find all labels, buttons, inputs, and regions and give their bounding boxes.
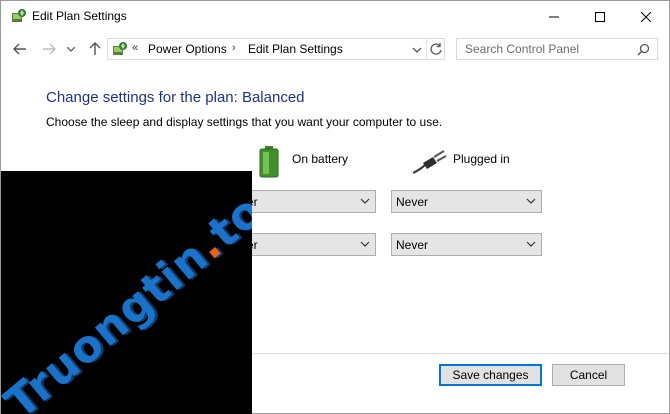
maximize-button[interactable] <box>577 1 623 32</box>
select-value: Never <box>396 195 429 209</box>
watermark-logo: Truongtin.top <box>1 171 252 414</box>
page-description: Choose the sleep and display settings th… <box>46 115 443 129</box>
power-options-icon <box>113 42 127 55</box>
sleep-plugged-select[interactable]: Never <box>391 233 542 256</box>
search-placeholder: Search Control Panel <box>465 42 580 56</box>
chevron-down-icon <box>67 46 75 52</box>
save-changes-button[interactable]: Save changes <box>439 364 542 386</box>
on-battery-label: On battery <box>292 152 349 166</box>
navigation-bar: « Power Options › Edit Plan Settings Sea… <box>1 32 669 66</box>
select-value: Never <box>396 238 429 252</box>
breadcrumb-edit-plan-settings[interactable]: Edit Plan Settings <box>248 42 343 56</box>
plugged-in-label: Plugged in <box>453 152 510 166</box>
window-title: Edit Plan Settings <box>32 9 127 23</box>
breadcrumb-overflow[interactable]: « <box>132 42 138 54</box>
refresh-icon[interactable] <box>429 42 443 56</box>
chevron-down-icon[interactable] <box>410 43 424 57</box>
sleep-battery-select[interactable]: ver <box>236 233 376 256</box>
power-options-icon <box>12 9 26 22</box>
power-plug-icon <box>413 150 447 174</box>
chevron-down-icon <box>360 198 370 204</box>
forward-button[interactable] <box>41 41 57 57</box>
close-button[interactable] <box>623 1 669 32</box>
address-bar[interactable]: « Power Options › Edit Plan Settings <box>107 38 445 60</box>
arrow-right-icon <box>43 43 56 55</box>
maximize-icon <box>595 11 605 22</box>
up-button[interactable] <box>87 41 103 57</box>
back-button[interactable] <box>12 41 28 57</box>
search-icon <box>637 43 650 56</box>
address-divider <box>426 39 427 59</box>
display-off-battery-select[interactable]: ver <box>236 190 376 213</box>
chevron-down-icon <box>526 241 536 247</box>
close-icon <box>641 11 651 22</box>
chevron-down-icon <box>526 198 536 204</box>
recent-locations-button[interactable] <box>65 41 77 57</box>
breadcrumb-power-options[interactable]: Power Options <box>148 42 227 56</box>
minimize-icon <box>549 16 559 17</box>
chevron-down-icon <box>360 241 370 247</box>
arrow-left-icon <box>13 43 26 55</box>
watermark-text: Truongtin <box>1 230 219 414</box>
search-input[interactable]: Search Control Panel <box>456 38 658 60</box>
arrow-up-icon <box>89 42 101 55</box>
cancel-button[interactable]: Cancel <box>552 364 625 386</box>
battery-icon <box>259 146 279 178</box>
display-off-plugged-select[interactable]: Never <box>391 190 542 213</box>
minimize-button[interactable] <box>531 1 577 32</box>
breadcrumb-separator[interactable]: › <box>232 42 236 54</box>
watermark-overlay: Truongtin.top <box>1 171 252 414</box>
page-title: Change settings for the plan: Balanced <box>46 89 305 106</box>
edit-plan-settings-window: Edit Plan Settings « Power Options › Edi… <box>0 0 670 414</box>
title-bar: Edit Plan Settings <box>1 1 669 32</box>
